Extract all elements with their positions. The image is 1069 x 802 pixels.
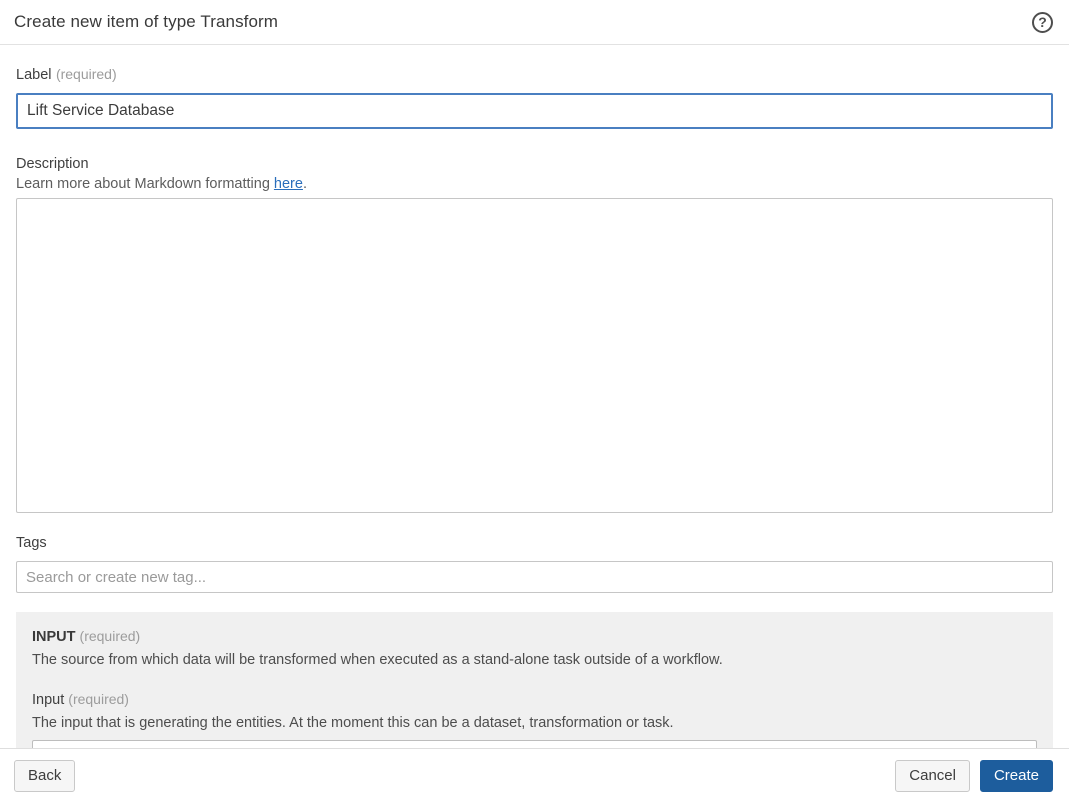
input-field-label-row: Input (required) <box>32 691 1037 708</box>
label-required-hint: (required) <box>55 66 117 82</box>
create-button[interactable]: Create <box>979 759 1053 792</box>
cancel-button[interactable]: Cancel <box>895 759 970 792</box>
markdown-helper-line: Learn more about Markdown formatting her… <box>16 176 1053 192</box>
tags-label-row: Tags <box>16 534 1053 552</box>
label-input[interactable] <box>16 93 1053 129</box>
label-field-label-row: Label (required) <box>16 66 1053 84</box>
dialog-header: Create new item of type Transform ? <box>0 0 1069 45</box>
back-button[interactable]: Back <box>14 759 76 792</box>
description-textarea[interactable] <box>16 198 1053 513</box>
input-section-heading: INPUT <box>32 629 76 645</box>
input-select[interactable]: Services <box>32 740 1037 748</box>
tags-label: Tags <box>16 535 47 551</box>
dialog-title: Create new item of type Transform <box>14 12 279 31</box>
input-field-required-hint: (required) <box>68 691 129 707</box>
label-field-label: Label <box>16 67 52 83</box>
input-section-required-hint: (required) <box>79 628 141 644</box>
input-field-label: Input <box>32 692 65 708</box>
tags-input[interactable] <box>16 561 1053 593</box>
dialog-footer: Back Cancel Create <box>0 748 1069 802</box>
help-icon[interactable]: ? <box>1032 11 1053 33</box>
markdown-helper-prefix: Learn more about Markdown formatting <box>16 176 274 192</box>
input-section-panel: INPUT (required) The source from which d… <box>16 612 1053 748</box>
description-label-row: Description <box>16 155 1053 173</box>
input-section-heading-row: INPUT (required) <box>32 628 1037 645</box>
footer-right-buttons: Cancel Create <box>895 759 1053 792</box>
input-section-description: The source from which data will be trans… <box>32 652 723 668</box>
create-item-dialog: Create new item of type Transform ? Labe… <box>0 0 1069 802</box>
description-label: Description <box>16 156 89 172</box>
dialog-content: Label (required) Description Learn more … <box>0 45 1069 748</box>
markdown-here-link[interactable]: here <box>274 176 303 192</box>
markdown-helper-suffix: . <box>302 176 307 192</box>
input-field-description: The input that is generating the entitie… <box>32 715 674 731</box>
